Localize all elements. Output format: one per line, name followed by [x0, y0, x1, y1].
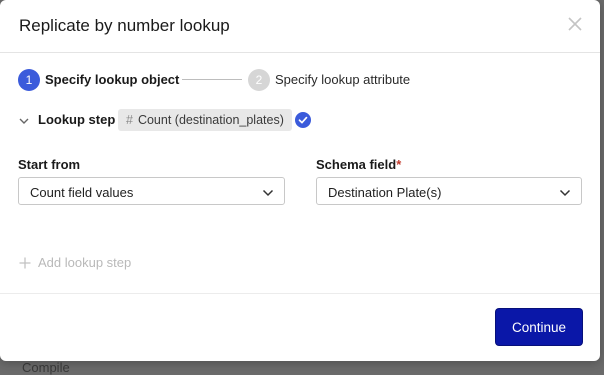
step-2-label: Specify lookup attribute	[275, 72, 411, 87]
step-1-label: Specify lookup object	[45, 72, 180, 87]
dialog-title: Replicate by number lookup	[19, 16, 230, 35]
schema-field-select[interactable]: Destination Plate(s)	[316, 177, 582, 205]
start-from-label: Start from	[18, 157, 81, 172]
step-2-number: 2	[248, 69, 270, 91]
schema-field-label-text: Schema field	[316, 157, 397, 172]
chevron-down-icon	[559, 186, 571, 198]
start-from-select[interactable]: Count field values	[18, 177, 285, 205]
replicate-dialog: Replicate by number lookup 1 Specify loo…	[0, 0, 600, 361]
continue-button[interactable]: Continue	[496, 309, 582, 345]
lookup-step-row: Lookup step # Count (destination_plates)	[18, 109, 578, 131]
chevron-down-icon	[262, 186, 274, 198]
plus-icon	[19, 256, 31, 269]
hash-icon: #	[126, 113, 133, 127]
start-from-value: Count field values	[30, 185, 134, 200]
lookup-chip-text: Count (destination_plates)	[137, 113, 284, 127]
required-marker: *	[396, 157, 402, 172]
close-icon[interactable]	[564, 13, 586, 35]
add-lookup-step-label: Add lookup step	[38, 255, 132, 270]
chevron-down-icon[interactable]	[18, 114, 30, 126]
step-1-number: 1	[18, 69, 40, 91]
lookup-step-label: Lookup step	[38, 112, 116, 127]
backdrop-text-fragment: Compile	[22, 360, 70, 375]
stepper-connector	[182, 79, 242, 80]
checkmark-icon	[295, 112, 311, 128]
stepper: 1 Specify lookup object 2 Specify lookup…	[18, 69, 578, 91]
dialog-header: Replicate by number lookup	[0, 0, 600, 53]
lookup-chip: # Count (destination_plates)	[118, 109, 292, 131]
schema-field-label: Schema field*	[316, 157, 401, 172]
schema-field-value: Destination Plate(s)	[328, 185, 442, 200]
